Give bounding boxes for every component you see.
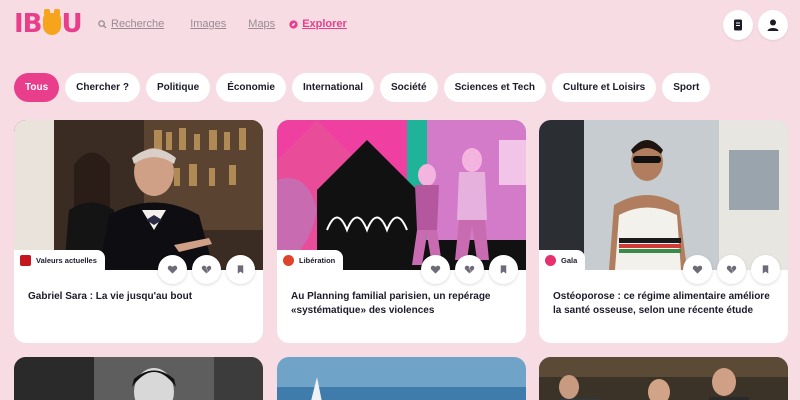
bookmarks-button[interactable] [723,10,753,40]
category-chip-societe[interactable]: Société [380,73,438,102]
article-photo [539,357,788,400]
category-chip-tous[interactable]: Tous [14,73,60,102]
article-title[interactable]: Au Planning familial parisien, un repéra… [291,290,513,318]
source-name: Gala [561,255,578,265]
article-photo [539,120,788,270]
article-card[interactable]: Gala Ostéoporose : ce régime alimentaire… [539,120,788,343]
article-title[interactable]: Ostéoporose : ce régime alimentaire amél… [553,290,775,318]
nav-search-label: Recherche [111,18,165,30]
ibou-logo[interactable]: IB U [14,9,83,39]
article-title[interactable]: Gabriel Sara : La vie jusqu'au bout [28,290,250,304]
article-photo [14,120,263,270]
source-badge[interactable]: Valeurs actuelles [14,250,105,270]
bookmark-button[interactable] [489,255,518,284]
like-button[interactable] [158,255,187,284]
bookmark-button[interactable] [751,255,780,284]
valeurs-actuelles-logo-icon [20,254,31,266]
dislike-button[interactable] [455,255,484,284]
heart-icon [430,265,441,274]
article-card-partial[interactable] [277,357,526,400]
liberation-logo-icon [283,254,294,266]
dislike-button[interactable] [192,255,221,284]
top-nav: Recherche Images Maps Explorer [98,18,347,30]
broken-heart-icon [726,265,737,274]
compass-icon [289,19,298,29]
source-badge[interactable]: Gala [539,250,586,270]
dislike-button[interactable] [717,255,746,284]
bookmark-button[interactable] [226,255,255,284]
source-badge[interactable]: Libération [277,250,344,270]
logo-text-end: U [61,9,83,39]
heart-icon [692,265,703,274]
bookmarks-icon [734,19,742,31]
article-photo [277,357,526,400]
broken-heart-icon [201,265,212,274]
article-card[interactable]: Libération Au Planning familial parisien… [277,120,526,343]
broken-heart-icon [464,265,475,274]
heart-icon [167,265,178,274]
nav-images-link[interactable]: Images [190,18,226,30]
bookmark-icon [237,265,244,274]
bookmark-icon [762,265,769,274]
category-chip-international[interactable]: International [291,73,374,102]
card-actions [158,255,255,284]
logo-text-start: IB [14,9,42,39]
nav-explore-label: Explorer [302,18,347,30]
category-chip-politique[interactable]: Politique [145,73,211,102]
user-icon [767,19,779,31]
category-chip-chercher[interactable]: Chercher ? [65,73,140,102]
bookmark-icon [500,265,507,274]
search-icon [98,19,107,29]
nav-maps-label: Maps [248,18,276,30]
article-card[interactable]: Valeurs actuelles Gabriel Sara : La vie … [14,120,263,343]
account-button[interactable] [758,10,788,40]
dog-face-logo-icon [42,9,61,35]
article-card-partial[interactable] [539,357,788,400]
category-chip-sciences-tech[interactable]: Sciences et Tech [443,73,546,102]
source-name: Libération [299,255,336,265]
nav-images-label: Images [190,18,227,30]
like-button[interactable] [421,255,450,284]
category-chip-culture-loisirs[interactable]: Culture et Loisirs [552,73,657,102]
like-button[interactable] [683,255,712,284]
card-actions [683,255,780,284]
article-illustration [277,120,526,270]
category-chip-sport[interactable]: Sport [662,73,711,102]
nav-search-link[interactable]: Recherche [98,18,164,30]
nav-maps-link[interactable]: Maps [248,18,275,30]
card-actions [421,255,518,284]
article-card-partial[interactable] [14,357,263,400]
source-name: Valeurs actuelles [36,255,97,265]
category-tabs: Tous Chercher ? Politique Économie Inter… [14,73,711,102]
category-chip-economie[interactable]: Économie [216,73,286,102]
gala-logo-icon [545,254,556,266]
nav-explore-link[interactable]: Explorer [289,18,347,30]
article-photo [14,357,263,400]
